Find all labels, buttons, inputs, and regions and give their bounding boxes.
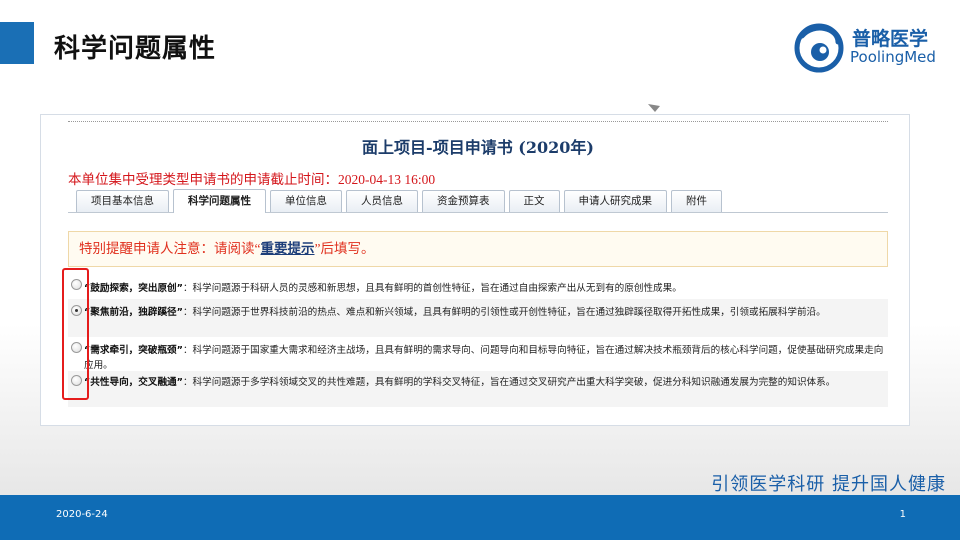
option-description: ：科学问题源于多学科领域交叉的共性难题，具有鲜明的学科交叉特征，旨在通过交叉研究… <box>182 377 836 388</box>
option-encourage-exploration: “鼓励探索，突出原创”：科学问题源于科研人员的灵感和新思想，且具有鲜明的首创性特… <box>68 277 888 299</box>
dotted-divider <box>68 121 888 122</box>
tab-basic-info[interactable]: 项目基本信息 <box>76 190 169 212</box>
option-cross-discipline: “共性导向，交叉融通”：科学问题源于多学科领域交叉的共性难题，具有鲜明的学科交叉… <box>68 371 888 407</box>
application-form-screenshot: 面上项目-项目申请书 (2020年) 本单位集中受理类型申请书的申请截止时间：2… <box>40 104 910 426</box>
option-description: ：科学问题源于科研人员的灵感和新思想，且具有鲜明的首创性特征，旨在通过自由探索产… <box>182 283 682 294</box>
option-name: “需求牵引，突破瓶颈” <box>84 345 183 356</box>
option-demand-driven: “需求牵引，突破瓶颈”：科学问题源于国家重大需求和经济主战场，且具有鲜明的需求导… <box>68 337 888 371</box>
option-name: “鼓励探索，突出原创” <box>84 283 183 294</box>
option-focus-frontier: “聚焦前沿，独辟蹊径”：科学问题源于世界科技前沿的热点、难点和新兴领域，且具有鲜… <box>68 299 888 337</box>
logo-english-text: PoolingMed <box>850 48 936 66</box>
notice-suffix: ”后填写。 <box>314 241 375 256</box>
title-accent-bar <box>0 22 34 64</box>
notice-prefix: 特别提醒申请人注意：请阅读“ <box>79 241 261 256</box>
tab-personnel-info[interactable]: 人员信息 <box>346 190 418 212</box>
option-name: “共性导向，交叉融通” <box>84 377 183 388</box>
footer-date: 2020-6-24 <box>56 509 108 520</box>
poolingmed-logo: 普略医学 PoolingMed <box>792 20 952 74</box>
slogan: 引领医学科研 提升国人健康 <box>711 474 946 495</box>
tab-unit-info[interactable]: 单位信息 <box>270 190 342 212</box>
tab-scientific-attribute[interactable]: 科学问题属性 <box>173 189 266 213</box>
option-name: “聚焦前沿，独辟蹊径” <box>84 307 183 318</box>
logo-chinese-text: 普略医学 <box>852 28 929 50</box>
tab-main-text[interactable]: 正文 <box>508 190 560 212</box>
cursor-icon <box>648 104 660 112</box>
option-description: ：科学问题源于世界科技前沿的热点、难点和新兴领域，且具有鲜明的引领性或开创性特征… <box>182 307 826 318</box>
tab-research-results[interactable]: 申请人研究成果 <box>563 190 667 212</box>
logo-mark-icon <box>794 23 844 73</box>
form-title: 面上项目-项目申请书 (2020年) <box>362 138 594 157</box>
deadline-text: 本单位集中受理类型申请书的申请截止时间：2020-04-13 16:00 <box>68 172 436 187</box>
tab-budget[interactable]: 资金预算表 <box>422 190 505 212</box>
radio-highlight-box <box>62 268 89 400</box>
page-number: 1 <box>899 509 906 520</box>
slide-title: 科学问题属性 <box>54 34 217 64</box>
footer-bar: 2020-6-24 1 <box>0 495 960 540</box>
important-tips-link[interactable]: 重要提示 <box>261 241 315 256</box>
notice-box: 特别提醒申请人注意：请阅读“重要提示”后填写。 <box>68 231 888 267</box>
option-description: ：科学问题源于国家重大需求和经济主战场，且具有鲜明的需求导向、问题导向和目标导向… <box>84 345 884 371</box>
form-tab-bar: 项目基本信息 科学问题属性 单位信息 人员信息 资金预算表 正文 申请人研究成果… <box>68 189 888 213</box>
attribute-options: “鼓励探索，突出原创”：科学问题源于科研人员的灵感和新思想，且具有鲜明的首创性特… <box>68 277 888 407</box>
tab-attachments[interactable]: 附件 <box>671 190 722 212</box>
